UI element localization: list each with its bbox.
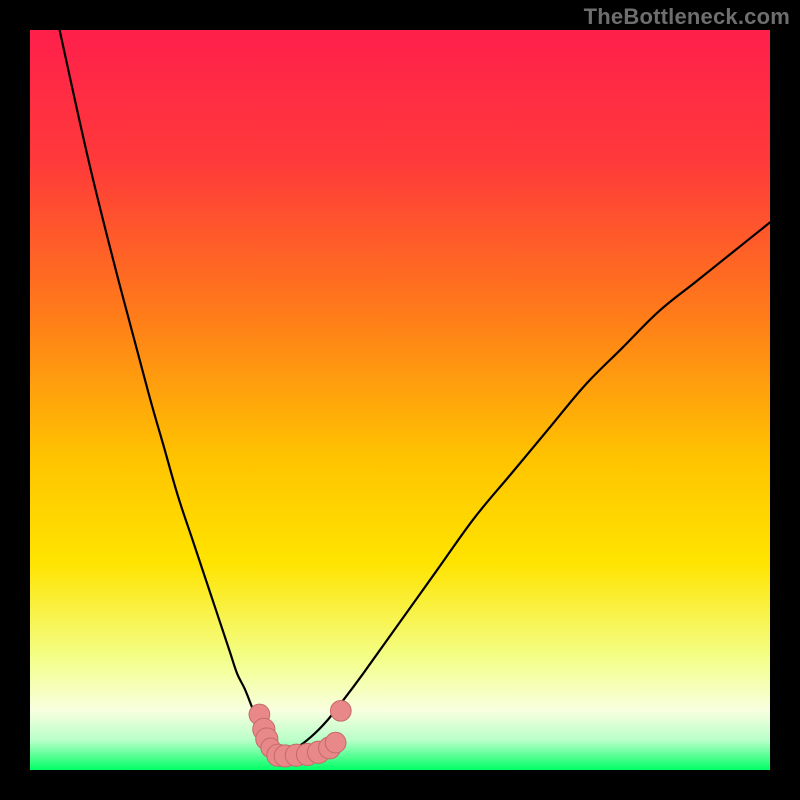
valley-marker: [325, 732, 346, 753]
chart-frame: TheBottleneck.com: [0, 0, 800, 800]
valley-marker: [330, 700, 351, 721]
chart-svg: [30, 30, 770, 770]
watermark-text: TheBottleneck.com: [584, 4, 790, 30]
plot-area: [30, 30, 770, 770]
gradient-background: [30, 30, 770, 770]
